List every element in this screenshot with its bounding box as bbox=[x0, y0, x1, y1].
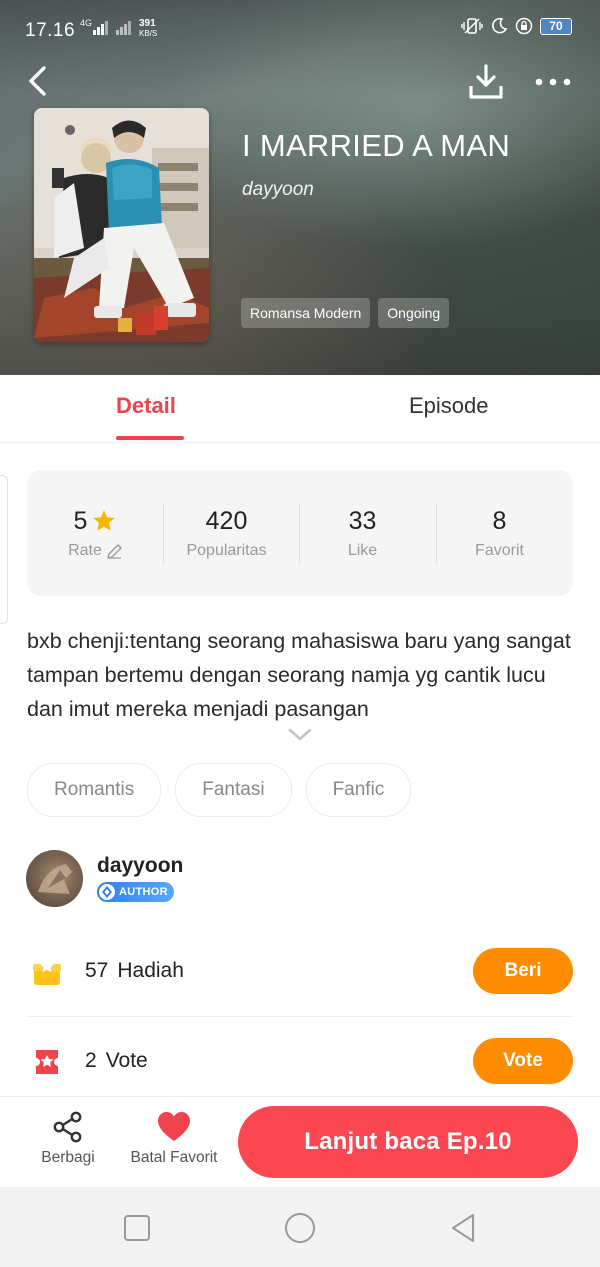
vote-count: 2 bbox=[85, 1049, 97, 1072]
author-badge-label: AUTHOR bbox=[119, 886, 168, 898]
rate-value: 5 bbox=[73, 507, 88, 535]
download-button[interactable] bbox=[466, 62, 506, 102]
vote-button[interactable]: Vote bbox=[473, 1038, 573, 1084]
book-cover bbox=[34, 108, 209, 342]
favorite-label: Batal Favorit bbox=[130, 1149, 218, 1166]
moon-icon bbox=[492, 17, 508, 34]
signal-2-icon bbox=[116, 20, 131, 35]
keyword-chips: Romantis Fantasi Fanfic bbox=[27, 763, 412, 817]
tab-detail[interactable]: Detail bbox=[116, 393, 176, 419]
download-icon bbox=[469, 64, 503, 99]
active-tab-indicator bbox=[116, 436, 184, 440]
author-badge-icon bbox=[99, 884, 115, 900]
like-label: Like bbox=[347, 542, 378, 559]
vibrate-icon bbox=[461, 18, 483, 34]
lock-rotation-icon bbox=[515, 17, 533, 35]
battery-indicator: 70 bbox=[540, 17, 572, 35]
keyword-chip[interactable]: Romantis bbox=[27, 763, 162, 817]
heart-icon bbox=[158, 1112, 190, 1141]
share-label: Berbagi bbox=[41, 1149, 95, 1166]
author-avatar[interactable] bbox=[26, 850, 83, 907]
status-bar: 17.16 4G 391 KB/S 70 bbox=[0, 0, 600, 62]
star-icon bbox=[93, 510, 116, 531]
bottom-action-bar: Berbagi Batal Favorit Lanjut baca Ep.10 bbox=[0, 1096, 600, 1188]
circle-icon bbox=[285, 1213, 315, 1243]
synopsis-text: bxb chenji:tentang seorang mahasiswa bar… bbox=[27, 629, 571, 721]
keyword-chip[interactable]: Fantasi bbox=[175, 763, 292, 817]
cover-illustration bbox=[34, 108, 209, 342]
unfavorite-button[interactable]: Batal Favorit bbox=[122, 1111, 226, 1167]
square-icon bbox=[124, 1215, 150, 1241]
popularity-label: Popularitas bbox=[186, 542, 267, 559]
speed-value: 391 bbox=[139, 18, 156, 29]
stats-card: 5 Rate 420 Popularitas 33 Like 8 Favorit bbox=[27, 470, 573, 596]
tab-episode[interactable]: Episode bbox=[409, 393, 489, 419]
avatar-image bbox=[38, 864, 72, 894]
share-icon bbox=[53, 1111, 82, 1143]
author-name[interactable]: dayyoon bbox=[97, 854, 183, 878]
favorite-value: 8 bbox=[492, 507, 507, 535]
stat-popularity: 420 Popularitas bbox=[158, 506, 295, 560]
more-dots-icon bbox=[535, 78, 571, 86]
back-button[interactable] bbox=[24, 64, 54, 98]
stat-like: 33 Like bbox=[294, 506, 431, 560]
favorite-label: Favorit bbox=[475, 542, 524, 559]
genre-tag[interactable]: Romansa Modern bbox=[241, 298, 371, 328]
genre-tags: Romansa Modern Ongoing bbox=[241, 298, 450, 328]
like-value: 33 bbox=[348, 507, 377, 535]
status-icons: 70 bbox=[461, 17, 572, 35]
continue-reading-button[interactable]: Lanjut baca Ep.10 bbox=[238, 1106, 578, 1178]
status-tag: Ongoing bbox=[378, 298, 450, 328]
share-button[interactable]: Berbagi bbox=[36, 1111, 100, 1167]
gift-row: 57 Hadiah Beri bbox=[27, 942, 573, 1017]
keyword-chip[interactable]: Fanfic bbox=[305, 763, 412, 817]
edit-pencil-icon bbox=[107, 543, 122, 559]
stat-rate[interactable]: 5 Rate bbox=[27, 506, 164, 560]
gift-count: 57 bbox=[85, 959, 109, 982]
vote-row: 2 Vote Vote bbox=[27, 1032, 573, 1092]
home-button[interactable] bbox=[283, 1211, 317, 1245]
status-time: 17.16 bbox=[25, 20, 76, 41]
author-badge: AUTHOR bbox=[97, 882, 174, 902]
tab-bar: Detail Episode bbox=[0, 375, 600, 443]
signal-icon bbox=[93, 20, 108, 35]
vote-summary: 2 Vote bbox=[85, 1049, 148, 1073]
speed-unit: KB/S bbox=[139, 29, 158, 38]
network-type: 4G bbox=[80, 18, 93, 28]
expand-synopsis-button[interactable] bbox=[287, 726, 313, 742]
stat-favorite: 8 Favorit bbox=[431, 506, 568, 560]
popularity-value: 420 bbox=[205, 507, 248, 535]
gift-summary: 57 Hadiah bbox=[85, 959, 184, 983]
book-title: I MARRIED A MAN bbox=[242, 128, 511, 163]
vote-label: Vote bbox=[105, 1049, 148, 1072]
system-navigation-bar bbox=[0, 1187, 600, 1267]
triangle-back-icon bbox=[452, 1214, 474, 1242]
more-options-button[interactable] bbox=[531, 66, 575, 96]
chevron-down-icon bbox=[288, 728, 312, 741]
vote-ticket-icon bbox=[36, 1050, 58, 1074]
back-arrow-icon bbox=[29, 66, 46, 96]
network-speed: 391 KB/S bbox=[139, 19, 157, 39]
gift-label: Hadiah bbox=[117, 959, 184, 982]
system-back-button[interactable] bbox=[446, 1211, 480, 1245]
give-gift-button[interactable]: Beri bbox=[473, 948, 573, 994]
recent-apps-button[interactable] bbox=[120, 1211, 154, 1245]
book-header: 17.16 4G 391 KB/S 70 I MARRIED A MAN day… bbox=[0, 0, 600, 375]
gift-icon bbox=[33, 959, 61, 985]
book-author[interactable]: dayyoon bbox=[242, 179, 314, 201]
side-drawer-handle[interactable] bbox=[0, 475, 8, 624]
rate-label: Rate bbox=[68, 542, 102, 559]
